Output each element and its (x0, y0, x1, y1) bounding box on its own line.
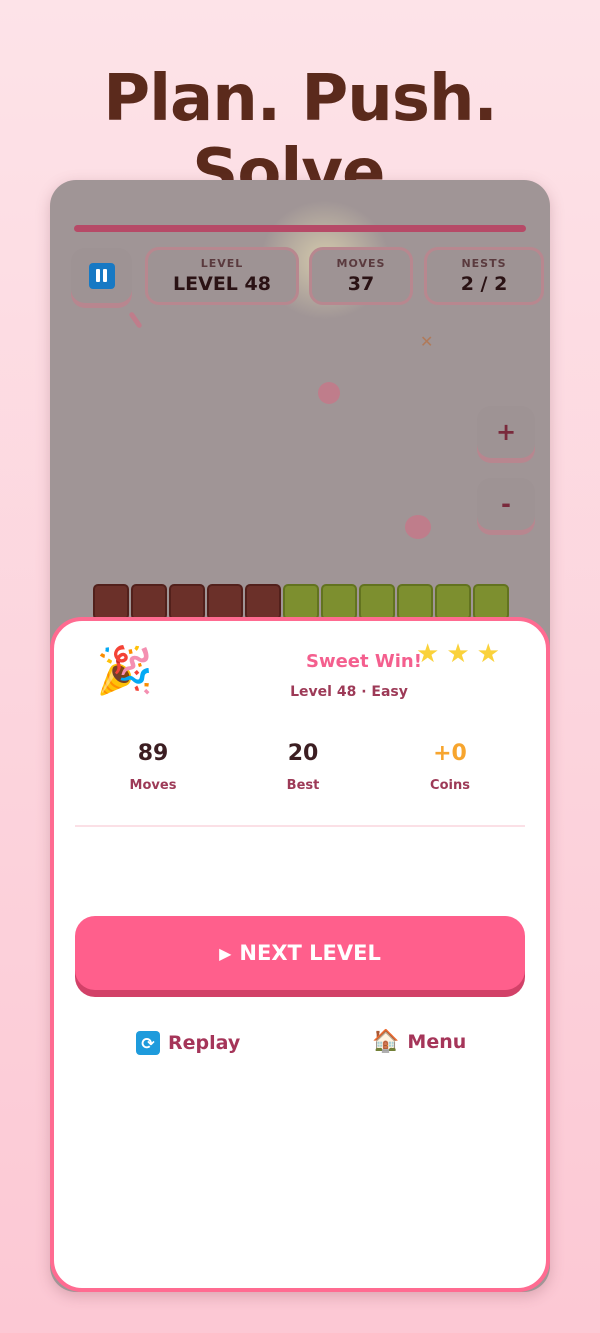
block-row (93, 584, 509, 620)
level-stat-value: LEVEL 48 (173, 273, 271, 295)
result-panel: 🎉 Sweet Win! ★ ★ ★ Level 48 · Easy 89 Move… (50, 617, 550, 1292)
zoom-out-button[interactable]: - (477, 478, 535, 530)
win-title: Sweet Win! (306, 651, 422, 672)
confetti-dot (405, 515, 431, 539)
chocolate-block (245, 584, 281, 620)
star-rating: ★ ★ ★ (416, 641, 500, 667)
best-result-label: Best (286, 778, 320, 793)
chocolate-block (207, 584, 243, 620)
green-block (397, 584, 433, 620)
green-block (473, 584, 509, 620)
level-stat-label: LEVEL (200, 257, 244, 270)
pause-icon (88, 262, 115, 289)
confetti-cross: ✕ (420, 332, 434, 351)
green-block (321, 584, 357, 620)
level-difficulty: Level 48 · Easy (290, 684, 408, 700)
menu-label: Menu (407, 1031, 467, 1053)
green-block (283, 584, 319, 620)
coins-result: +0 Coins (390, 741, 510, 793)
next-level-label: NEXT LEVEL (239, 941, 381, 965)
nests-stat: NESTS 2 / 2 (424, 247, 544, 305)
coins-result-value: +0 (433, 741, 467, 766)
star-icon: ★ (446, 639, 470, 669)
chocolate-block (131, 584, 167, 620)
moves-stat: MOVES 37 (309, 247, 413, 305)
level-stat: LEVEL LEVEL 48 (145, 247, 299, 305)
green-block (435, 584, 471, 620)
level-progress-bar (74, 225, 526, 232)
chocolate-block (93, 584, 129, 620)
green-block (359, 584, 395, 620)
pause-button[interactable] (71, 248, 132, 303)
best-result-value: 20 (287, 741, 319, 766)
moves-stat-value: 37 (347, 273, 375, 295)
star-icon: ★ (416, 639, 440, 669)
moves-stat-label: MOVES (336, 257, 386, 270)
replay-icon: ⟳ (136, 1031, 160, 1055)
divider (75, 825, 525, 827)
next-level-button[interactable]: ▶ NEXT LEVEL (75, 916, 525, 990)
replay-button[interactable]: ⟳ Replay (136, 1031, 240, 1055)
star-icon: ★ (476, 639, 500, 669)
zoom-in-button[interactable]: + (477, 406, 535, 458)
moves-result-label: Moves (129, 778, 177, 793)
moves-result: 89 Moves (93, 741, 213, 793)
confetti-dot (318, 382, 340, 404)
menu-button[interactable]: 🏠 Menu (372, 1029, 467, 1054)
replay-label: Replay (168, 1032, 241, 1054)
nests-stat-value: 2 / 2 (460, 273, 508, 295)
confetti-streak (128, 311, 143, 329)
nests-stat-label: NESTS (461, 257, 507, 270)
chocolate-block (169, 584, 205, 620)
home-icon: 🏠 (372, 1029, 400, 1054)
best-result: 20 Best (243, 741, 363, 793)
play-icon: ▶ (219, 943, 232, 963)
moves-result-value: 89 (137, 741, 169, 766)
coins-result-label: Coins (430, 778, 470, 793)
